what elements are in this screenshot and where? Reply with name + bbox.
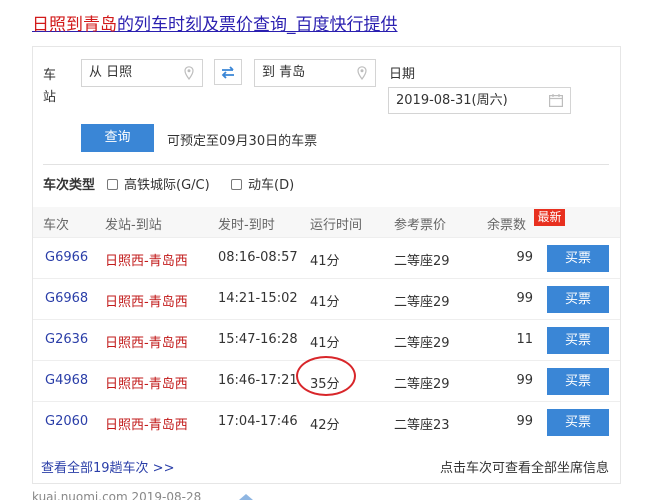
tickets-remaining: 11 (516, 332, 533, 347)
station-label: 车站 (43, 68, 57, 105)
seat-info-hint: 点击车次可查看全部坐席信息 (439, 461, 609, 476)
buy-ticket-button[interactable]: 买票 (547, 409, 609, 436)
departure-arrival-time: 17:04-17:46 (218, 414, 298, 429)
high-speed-checkbox[interactable] (107, 179, 118, 190)
arrival-station: 青岛西 (148, 377, 188, 392)
station-pair: 日照西-青岛西 (105, 418, 188, 433)
table-header: 车次 发站-到站 发时-到时 运行时间 参考票价 余票数 (33, 207, 620, 237)
arrival-station: 青岛西 (148, 418, 188, 433)
query-button[interactable]: 查询 (81, 124, 154, 152)
ticket-price: 二等座29 (394, 377, 450, 392)
run-duration: 41分 (310, 336, 340, 351)
new-badge: 最新 (534, 209, 565, 226)
filter-emu[interactable]: 动车(D) (231, 177, 294, 195)
buy-ticket-button[interactable]: 买票 (547, 286, 609, 313)
result-title-link[interactable]: 日照到青岛的列车时刻及票价查询_百度快行提供 (32, 13, 398, 37)
departure-arrival-time: 08:16-08:57 (218, 250, 298, 265)
train-search-card: 车站 从 日照 到 青岛 日期 2019-08-31(周六) 查询 可预定至09… (32, 46, 621, 484)
col-times: 发时-到时 (218, 218, 275, 233)
swap-arrows-icon (221, 65, 234, 79)
location-pin-icon (357, 66, 367, 80)
tickets-remaining: 99 (516, 373, 533, 388)
swap-stations-button[interactable] (214, 59, 242, 85)
buy-ticket-button[interactable]: 买票 (547, 245, 609, 272)
station-pair: 日照西-青岛西 (105, 377, 188, 392)
departure-arrival-time: 14:21-15:02 (218, 291, 298, 306)
table-row: G6966 日照西-青岛西 08:16-08:57 41分 二等座29 99 买… (33, 237, 620, 278)
run-duration: 42分 (310, 418, 340, 433)
date-input[interactable]: 2019-08-31(周六) (388, 87, 571, 114)
buy-ticket-button[interactable]: 买票 (547, 368, 609, 395)
source-url: kuai.nuomi.com 2019-08-28 (32, 490, 202, 500)
departure-station: 日照西 (105, 295, 145, 310)
station-pair: 日照西-青岛西 (105, 336, 188, 351)
divider (43, 164, 609, 165)
filter-high-speed[interactable]: 高铁城际(G/C) (107, 177, 210, 195)
col-remaining: 余票数 (487, 218, 527, 233)
train-number-link[interactable]: G2060 (45, 414, 88, 429)
buy-ticket-button[interactable]: 买票 (547, 327, 609, 354)
advance-booking-note: 可预定至09月30日的车票 (167, 134, 318, 149)
departure-station: 日照西 (105, 418, 145, 433)
run-duration: 41分 (310, 254, 340, 269)
tickets-remaining: 99 (516, 414, 533, 429)
to-station-value: 到 青岛 (262, 65, 306, 80)
station-pair: 日照西-青岛西 (105, 295, 188, 310)
departure-station: 日照西 (105, 254, 145, 269)
title-from-keyword: 日照到 (32, 15, 83, 35)
ticket-price: 二等座29 (394, 254, 450, 269)
train-number-link[interactable]: G2636 (45, 332, 88, 347)
from-station-value: 从 日照 (89, 65, 133, 80)
train-number-link[interactable]: G6966 (45, 250, 88, 265)
col-train: 车次 (43, 218, 70, 233)
departure-arrival-time: 15:47-16:28 (218, 332, 298, 347)
departure-station: 日照西 (105, 336, 145, 351)
col-stations: 发站-到站 (105, 218, 162, 233)
ticket-price: 二等座29 (394, 336, 450, 351)
arrival-station: 青岛西 (148, 295, 188, 310)
tickets-remaining: 99 (516, 250, 533, 265)
table-row: G2636 日照西-青岛西 15:47-16:28 41分 二等座29 11 买… (33, 319, 620, 360)
title-rest: 的列车时刻及票价查询_百度快行提供 (117, 15, 398, 35)
to-station-input[interactable]: 到 青岛 (254, 59, 376, 87)
ticket-price: 二等座23 (394, 418, 450, 433)
train-number-link[interactable]: G6968 (45, 291, 88, 306)
highlight-circle-annotation (296, 356, 356, 396)
title-to-keyword: 青岛 (83, 15, 117, 35)
view-all-trains-link[interactable]: 查看全部19趟车次 >> (41, 457, 174, 476)
table-row: G2060 日照西-青岛西 17:04-17:46 42分 二等座23 99 买… (33, 401, 620, 442)
station-pair: 日照西-青岛西 (105, 254, 188, 269)
table-row: G6968 日照西-青岛西 14:21-15:02 41分 二等座29 99 买… (33, 278, 620, 319)
emu-label: 动车(D) (248, 178, 295, 193)
train-number-link[interactable]: G4968 (45, 373, 88, 388)
from-station-input[interactable]: 从 日照 (81, 59, 203, 87)
tickets-remaining: 99 (516, 291, 533, 306)
departure-station: 日照西 (105, 377, 145, 392)
arrival-station: 青岛西 (148, 336, 188, 351)
date-value: 2019-08-31(周六) (396, 93, 508, 108)
arrival-station: 青岛西 (148, 254, 188, 269)
col-price: 参考票价 (394, 218, 447, 233)
high-speed-label: 高铁城际(G/C) (124, 178, 210, 193)
run-duration: 41分 (310, 295, 340, 310)
snapshot-icon[interactable] (238, 493, 254, 500)
date-label: 日期 (389, 67, 416, 82)
emu-checkbox[interactable] (231, 179, 242, 190)
departure-arrival-time: 16:46-17:21 (218, 373, 298, 388)
train-type-label: 车次类型 (43, 178, 96, 193)
ticket-price: 二等座29 (394, 295, 450, 310)
location-pin-icon (184, 66, 194, 80)
col-duration: 运行时间 (310, 218, 363, 233)
calendar-icon (549, 94, 563, 107)
